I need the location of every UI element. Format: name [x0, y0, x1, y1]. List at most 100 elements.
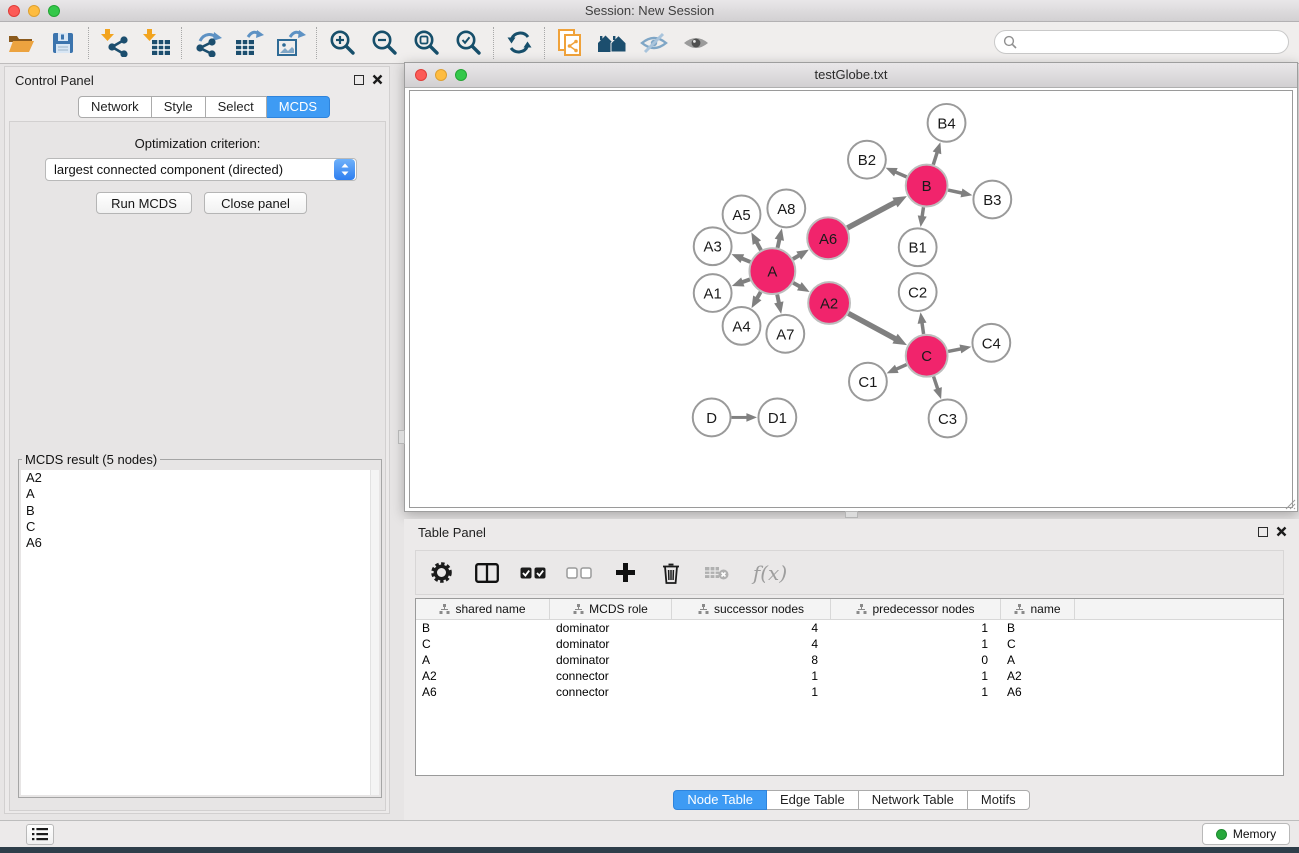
- table-row[interactable]: Adominator80A: [416, 652, 1283, 668]
- result-list-item[interactable]: C: [21, 519, 379, 535]
- function-builder-button[interactable]: f(x): [748, 556, 792, 590]
- first-neighbors-button[interactable]: [591, 24, 633, 62]
- vertical-split-handle[interactable]: [398, 430, 405, 444]
- graph-edge[interactable]: [922, 207, 923, 217]
- graph-node-label: D: [706, 410, 717, 427]
- graph-edge[interactable]: [777, 295, 779, 304]
- graph-edge[interactable]: [948, 349, 961, 352]
- export-table-button[interactable]: [228, 24, 270, 62]
- network-close-button[interactable]: [415, 69, 427, 81]
- delete-column-button[interactable]: [656, 556, 686, 590]
- graph-edge[interactable]: [793, 255, 800, 259]
- table-cell: A: [416, 652, 550, 668]
- graph-edge[interactable]: [757, 292, 761, 299]
- close-panel-icon[interactable]: [372, 74, 383, 85]
- open-session-button[interactable]: [0, 24, 42, 62]
- import-network-button[interactable]: [93, 24, 135, 62]
- task-history-button[interactable]: [26, 824, 54, 845]
- new-network-from-selection-button[interactable]: [549, 24, 591, 62]
- column-header-successor-nodes[interactable]: successor nodes: [672, 599, 831, 619]
- result-list-item[interactable]: A6: [21, 535, 379, 551]
- table-cell: 0: [831, 652, 1001, 668]
- table-options-button[interactable]: [426, 556, 456, 590]
- result-list-item[interactable]: A: [21, 486, 379, 502]
- run-mcds-button[interactable]: Run MCDS: [96, 192, 192, 214]
- graph-edge[interactable]: [741, 258, 750, 262]
- show-all-button[interactable]: [675, 24, 717, 62]
- tab-edge-table[interactable]: Edge Table: [767, 790, 859, 810]
- network-window-titlebar[interactable]: testGlobe.txt: [405, 63, 1297, 88]
- criterion-dropdown[interactable]: largest connected component (directed): [45, 158, 357, 181]
- tab-motifs[interactable]: Motifs: [968, 790, 1030, 810]
- select-all-button[interactable]: [518, 556, 548, 590]
- table-cell: 4: [672, 636, 831, 652]
- zoom-in-button[interactable]: [321, 24, 363, 62]
- close-panel-button[interactable]: Close panel: [204, 192, 307, 214]
- save-session-button[interactable]: [42, 24, 84, 62]
- close-window-button[interactable]: [8, 5, 20, 17]
- tab-network[interactable]: Network: [78, 96, 152, 118]
- tab-network-table[interactable]: Network Table: [859, 790, 968, 810]
- hide-selected-button[interactable]: [633, 24, 675, 62]
- graph-edge[interactable]: [793, 283, 800, 287]
- column-header-predecessor-nodes[interactable]: predecessor nodes: [831, 599, 1001, 619]
- tab-node-table[interactable]: Node Table: [673, 790, 767, 810]
- graph-node-label: C: [921, 348, 932, 365]
- zoom-selected-button[interactable]: [447, 24, 489, 62]
- column-header-name[interactable]: name: [1001, 599, 1075, 619]
- refresh-view-button[interactable]: [498, 24, 540, 62]
- export-table-icon: [234, 29, 264, 57]
- graph-edge[interactable]: [847, 202, 895, 228]
- result-list-item[interactable]: A2: [21, 470, 379, 486]
- zoom-fit-button[interactable]: [405, 24, 447, 62]
- graph-edge[interactable]: [895, 172, 907, 177]
- table-row[interactable]: A6connector11A6: [416, 684, 1283, 700]
- memory-button[interactable]: Memory: [1202, 823, 1290, 845]
- export-network-button[interactable]: [186, 24, 228, 62]
- window-resize-grip[interactable]: [1282, 496, 1296, 510]
- graph-edge[interactable]: [948, 190, 962, 193]
- table-row[interactable]: Cdominator41C: [416, 636, 1283, 652]
- graph-edge[interactable]: [848, 313, 896, 339]
- network-view-window: testGlobe.txt B4B2BB3A5A8A6A3B1AC2A1A2A4…: [404, 62, 1298, 512]
- import-table-button[interactable]: [135, 24, 177, 62]
- column-header-shared-name[interactable]: shared name: [416, 599, 550, 619]
- graph-edge[interactable]: [933, 152, 937, 165]
- graph-edge[interactable]: [896, 365, 907, 370]
- result-list-scrollbar[interactable]: [370, 470, 379, 795]
- table-row[interactable]: Bdominator41B: [416, 620, 1283, 636]
- float-panel-icon[interactable]: [354, 75, 364, 85]
- graph-edge[interactable]: [778, 239, 780, 248]
- result-list-item[interactable]: B: [21, 503, 379, 519]
- graph-edge-arrowhead: [918, 312, 927, 324]
- network-minimize-button[interactable]: [435, 69, 447, 81]
- tab-style[interactable]: Style: [152, 96, 206, 118]
- minimize-window-button[interactable]: [28, 5, 40, 17]
- horizontal-split-handle[interactable]: [845, 511, 858, 518]
- network-graph: B4B2BB3A5A8A6A3B1AC2A1A2A4A7C4CC1DD1C3: [410, 91, 1292, 507]
- tab-mcds[interactable]: MCDS: [267, 96, 330, 118]
- add-column-button[interactable]: [610, 556, 640, 590]
- zoom-window-button[interactable]: [48, 5, 60, 17]
- trash-icon: [662, 562, 680, 584]
- zoom-out-button[interactable]: [363, 24, 405, 62]
- export-image-button[interactable]: [270, 24, 312, 62]
- network-zoom-button[interactable]: [455, 69, 467, 81]
- tab-select[interactable]: Select: [206, 96, 267, 118]
- graph-edge[interactable]: [934, 376, 938, 389]
- network-canvas[interactable]: B4B2BB3A5A8A6A3B1AC2A1A2A4A7C4CC1DD1C3: [409, 90, 1293, 508]
- delete-table-button[interactable]: [702, 556, 732, 590]
- graph-node-label: B3: [983, 192, 1001, 209]
- close-table-panel-icon[interactable]: [1276, 526, 1287, 537]
- search-field[interactable]: [994, 30, 1289, 54]
- float-table-panel-icon[interactable]: [1258, 527, 1268, 537]
- graph-edge[interactable]: [922, 322, 924, 334]
- deselect-all-button[interactable]: [564, 556, 594, 590]
- search-input[interactable]: [1022, 35, 1288, 50]
- table-row[interactable]: A2connector11A2: [416, 668, 1283, 684]
- graph-node-label: B: [922, 178, 932, 195]
- column-browser-button[interactable]: [472, 556, 502, 590]
- graph-edge[interactable]: [742, 279, 750, 282]
- graph-edge[interactable]: [756, 242, 761, 250]
- column-header-MCDS-role[interactable]: MCDS role: [550, 599, 672, 619]
